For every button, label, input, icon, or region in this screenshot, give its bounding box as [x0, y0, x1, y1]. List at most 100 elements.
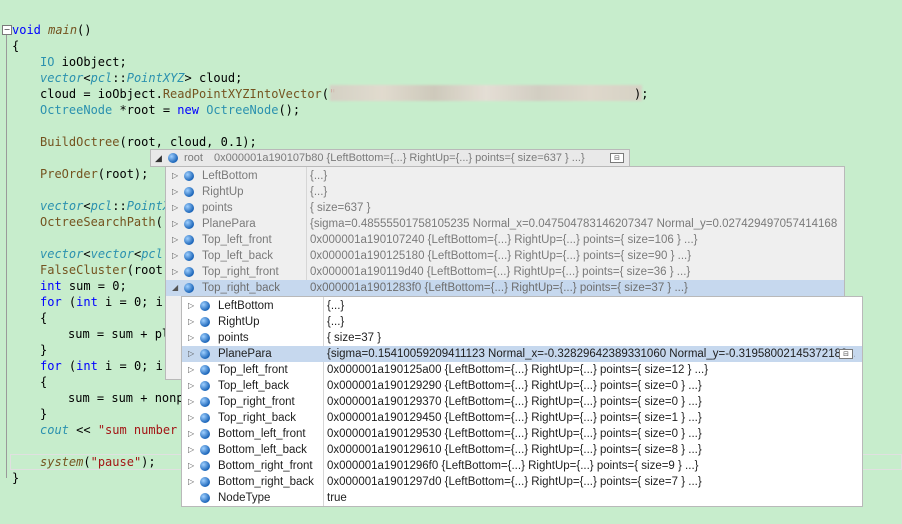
code-line-26: cout << "sum number c — [40, 423, 192, 437]
field-value[interactable]: 0x000001a1901297d0 {LeftBottom={...} Rig… — [327, 474, 855, 490]
code-line-3: IO ioObject; — [40, 55, 127, 69]
field-name: Bottom_left_back — [218, 444, 307, 456]
datatip-root-value[interactable]: 0x000001a190107b80 {LeftBottom={...} Rig… — [214, 150, 585, 166]
datatip-row[interactable]: ▷ RightUp {...} — [182, 314, 862, 330]
datatip-row[interactable]: ▷ Top_right_front 0x000001a190129370 {Left… — [182, 394, 862, 410]
expand-arrow-icon[interactable]: ▷ — [188, 426, 196, 442]
code-line-10: PreOrder(root); — [40, 167, 149, 181]
expand-arrow-icon[interactable]: ▷ — [172, 264, 180, 280]
datatip-row[interactable]: ▷ Bottom_left_front 0x000001a190129530 {Le… — [182, 426, 862, 442]
field-value[interactable]: {...} — [327, 298, 855, 314]
expand-arrow-icon[interactable]: ▷ — [188, 362, 196, 378]
field-value[interactable]: {sigma=0.48555501758105235 Normal_x=0.04… — [310, 216, 840, 232]
code-line-19: { — [40, 311, 48, 325]
field-value[interactable]: { size=637 } — [310, 200, 840, 216]
redacted-path — [330, 85, 642, 101]
code-line-20: sum = sum + pl — [68, 327, 170, 341]
datatip-row[interactable]: ▷ LeftBottom {...} — [182, 298, 862, 314]
datatip-row[interactable]: ▷ points { size=637 } — [166, 200, 844, 216]
field-value[interactable]: 0x000001a1901296f0 {LeftBottom={...} Rig… — [327, 458, 855, 474]
code-line-2: { — [12, 39, 20, 53]
code-line-8: BuildOctree(root, cloud, 0.1); — [40, 135, 257, 149]
datatip-root-name: root — [184, 152, 203, 164]
expand-arrow-icon[interactable]: ▷ — [188, 394, 196, 410]
field-value[interactable]: {...} — [327, 314, 855, 330]
expand-arrow-icon[interactable]: ▷ — [172, 168, 180, 184]
collapse-arrow-icon[interactable]: ◢ — [172, 280, 180, 296]
field-icon — [200, 461, 210, 471]
datatip-row[interactable]: ▷ Top_left_front 0x000001a190125a00 {LeftB… — [182, 362, 862, 378]
field-value[interactable]: 0x000001a190129610 {LeftBottom={...} Rig… — [327, 442, 855, 458]
field-value[interactable]: {...} — [310, 184, 840, 200]
code-line-4: vector<pcl::PointXYZ> cloud; — [40, 71, 243, 85]
field-value[interactable]: { size=37 } — [327, 330, 855, 346]
datatip-row[interactable]: ◢ Top_right_back 0x000001a1901283f0 {LeftB… — [166, 280, 844, 296]
datatip-row[interactable]: NodeType true — [182, 490, 862, 506]
datatip-row[interactable]: ▷ PlanePara {sigma=0.48555501758105235 Nor… — [166, 216, 844, 232]
fold-collapse-icon[interactable]: − — [2, 25, 12, 35]
expand-arrow-icon[interactable]: ▷ — [188, 474, 196, 490]
fold-guide — [6, 35, 7, 478]
datatip-row[interactable]: ▷ Top_right_front 0x000001a190119d40 {Left… — [166, 264, 844, 280]
field-value[interactable]: {...} — [310, 168, 840, 184]
magnifier-icon[interactable]: ⊟ — [610, 153, 624, 163]
field-name: Top_right_front — [202, 266, 279, 278]
expand-arrow-icon[interactable]: ▷ — [172, 200, 180, 216]
field-icon — [200, 413, 210, 423]
field-name: RightUp — [202, 186, 244, 198]
field-icon — [200, 301, 210, 311]
code-line-21: } — [40, 343, 48, 357]
expand-arrow-icon[interactable]: ▷ — [188, 458, 196, 474]
field-name: PlanePara — [202, 218, 256, 230]
expand-arrow-icon[interactable]: ▷ — [172, 232, 180, 248]
code-line-15: vector<vector<pcl: — [40, 247, 170, 261]
expand-arrow-icon[interactable]: ▷ — [188, 378, 196, 394]
field-icon — [200, 493, 210, 503]
expand-arrow-icon[interactable]: ▷ — [188, 330, 196, 346]
datatip-row[interactable]: ▷ Top_left_back 0x000001a190129290 {LeftBo… — [182, 378, 862, 394]
datatip-row[interactable]: ▷ PlanePara {sigma=0.15410059209411123 Nor… — [182, 346, 862, 362]
field-value[interactable]: 0x000001a190129370 {LeftBottom={...} Rig… — [327, 394, 855, 410]
field-value[interactable]: 0x000001a190125a00 {LeftBottom={...} Rig… — [327, 362, 855, 378]
field-icon — [200, 333, 210, 343]
field-value[interactable]: 0x000001a1901283f0 {LeftBottom={...} Rig… — [310, 280, 840, 296]
field-value[interactable]: 0x000001a190129290 {LeftBottom={...} Rig… — [327, 378, 855, 394]
expand-arrow-icon[interactable]: ▷ — [188, 442, 196, 458]
field-icon — [200, 317, 210, 327]
field-value[interactable]: 0x000001a190107240 {LeftBottom={...} Rig… — [310, 232, 840, 248]
field-value[interactable]: 0x000001a190125180 {LeftBottom={...} Rig… — [310, 248, 840, 264]
expand-arrow-icon[interactable]: ▷ — [188, 314, 196, 330]
datatip-row[interactable]: ▷ Bottom_right_back 0x000001a1901297d0 {Le… — [182, 474, 862, 490]
expand-arrow-icon[interactable]: ▷ — [188, 298, 196, 314]
datatip-child-panel: ▷ LeftBottom {...} ▷ RightUp {...} ▷ points { si… — [181, 296, 863, 507]
field-icon — [200, 445, 210, 455]
datatip-root-bar[interactable]: ◢ root 0x000001a190107b80 {LeftBottom={.… — [150, 149, 630, 167]
field-icon — [184, 267, 194, 277]
datatip-row[interactable]: ▷ RightUp {...} — [166, 184, 844, 200]
field-icon — [184, 283, 194, 293]
field-value[interactable]: 0x000001a190129450 {LeftBottom={...} Rig… — [327, 410, 855, 426]
expand-arrow-icon[interactable]: ▷ — [188, 410, 196, 426]
field-value[interactable]: true — [327, 490, 855, 506]
datatip-row[interactable]: ▷ Top_left_back 0x000001a190125180 {LeftBo… — [166, 248, 844, 264]
expand-arrow-icon[interactable]: ▷ — [172, 248, 180, 264]
expand-arrow-icon[interactable]: ▷ — [172, 184, 180, 200]
datatip-row[interactable]: ▷ points { size=37 } — [182, 330, 862, 346]
datatip-row[interactable]: ▷ Top_left_front 0x000001a190107240 {LeftB… — [166, 232, 844, 248]
field-value[interactable]: 0x000001a190119d40 {LeftBottom={...} Rig… — [310, 264, 840, 280]
field-value[interactable]: {sigma=0.15410059209411123 Normal_x=-0.3… — [327, 346, 855, 362]
collapse-arrow-icon[interactable]: ◢ — [155, 150, 162, 166]
field-icon — [200, 429, 210, 439]
field-icon — [184, 219, 194, 229]
datatip-row[interactable]: ▷ Top_right_back 0x000001a190129450 {LeftB… — [182, 410, 862, 426]
code-line-18: for (int i = 0; i — [40, 295, 163, 309]
code-line-13: OctreeSearchPath(r — [40, 215, 171, 229]
field-icon — [200, 477, 210, 487]
datatip-row[interactable]: ▷ Bottom_right_front 0x000001a1901296f0 {L… — [182, 458, 862, 474]
magnifier-icon[interactable]: ⊟ — [839, 349, 853, 359]
datatip-row[interactable]: ▷ Bottom_left_back 0x000001a190129610 {Lef… — [182, 442, 862, 458]
expand-arrow-icon[interactable]: ▷ — [188, 346, 196, 362]
field-value[interactable]: 0x000001a190129530 {LeftBottom={...} Rig… — [327, 426, 855, 442]
expand-arrow-icon[interactable]: ▷ — [172, 216, 180, 232]
datatip-row[interactable]: ▷ LeftBottom {...} — [166, 168, 844, 184]
